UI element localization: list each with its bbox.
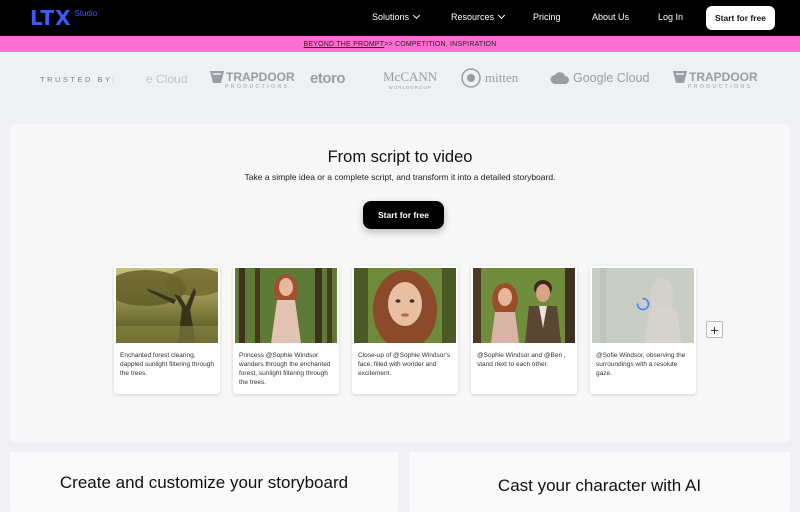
trapdoor-text: TRAPDOOR [226,70,295,84]
trapdoor-sub: PRODUCTIONS [688,84,753,90]
card-caption: @Sophie Windsor and @Ben , stand next to… [477,352,566,368]
nav-resources-label: Resources [451,12,495,22]
logo-ltx-text: LTX [30,6,72,30]
loading-image-placeholder [592,268,694,343]
princess-forest-image [235,268,337,343]
cast-character-title: Cast your character with AI [497,476,702,495]
trusted-by-label: TRUSTED BY: [40,75,117,84]
logo-mitten: mitten [461,68,518,88]
sophie-and-ben-image [473,268,575,343]
mccann-text: McCANN [383,69,438,84]
nav-resources[interactable]: Resources [451,11,506,22]
trusted-by-strip: TRUSTED BY: e Cloud TRAPDOOR PRODUCTIONS… [0,52,800,112]
storyboard-card[interactable]: Princess @Sophie Windsor wanders through… [233,266,339,394]
logo-mccann: McCANN WORLDGROUP [383,69,437,90]
etoro-text: etoro [310,70,346,87]
cloud-icon [550,71,569,84]
trapdoor-icon [673,71,687,83]
add-shot-button[interactable]: + [706,321,723,338]
ltx-studio-logo[interactable]: LTX Studio [30,8,97,28]
logo-studio-text: Studio [74,9,98,18]
announcement-banner: BEYOND THE PROMPT >> COMPETITION, INSPIR… [0,36,800,52]
hero-subtitle: Take a simple idea or a complete script,… [244,172,556,182]
logo-cloud-partial: e Cloud [146,72,187,86]
logo-trapdoor-2: TRAPDOOR PRODUCTIONS [672,70,758,90]
mccann-sub: WORLDGROUP [388,85,432,90]
chevron-down-icon [497,11,506,20]
storyboard-feature-panel: Create and customize your storyboard [10,452,398,512]
hero-section: From script to video Take a simple idea … [10,124,790,442]
hero-start-free-button[interactable]: Start for free [363,201,444,229]
google-cloud-text: Google Cloud [573,71,650,85]
closeup-face-image [354,268,456,343]
cast-character-panel: Cast your character with AI [409,452,790,512]
chevron-down-icon [412,11,421,20]
plus-icon: + [710,321,719,338]
hero-title: From script to video [327,148,473,166]
top-nav: LTX Studio Solutions Resources Pricing A… [0,0,800,36]
card-caption: Close-up of @Sophie Windsor's face, fill… [358,352,451,377]
forest-clearing-image [116,268,218,343]
storyboard-card[interactable]: Close-up of @Sophie Windsor's face, fill… [352,266,458,394]
nav-solutions[interactable]: Solutions [372,11,421,22]
nav-pricing[interactable]: Pricing [533,12,561,22]
nav-about-us[interactable]: About Us [592,12,629,22]
banner-text: >> COMPETITION, INSPIRATION [384,40,497,48]
logo-google-cloud: Google Cloud [550,71,649,85]
storyboard-card[interactable]: Enchanted forest clearing, dappled sunli… [114,266,220,394]
nav-login[interactable]: Log In [658,12,683,22]
card-caption: Enchanted forest clearing, dappled sunli… [120,352,214,377]
card-caption: Princess @Sophie Windsor wanders through… [239,352,331,386]
nav-solutions-label: Solutions [372,12,410,22]
storyboard-feature-title: Create and customize your storyboard [59,473,349,492]
storyboard-card[interactable]: @Sophie Windsor and @Ben , stand next to… [471,266,577,394]
banner-link[interactable]: BEYOND THE PROMPT [304,41,385,48]
trapdoor-icon [210,71,224,83]
trapdoor-text: TRAPDOOR [689,70,758,84]
nav-start-free-button[interactable]: Start for free [706,6,775,30]
card-caption: @Sofie Windsor, observing the surroundin… [596,352,686,377]
mitten-icon [461,68,481,88]
mitten-text: mitten [485,70,519,85]
trapdoor-sub: PRODUCTIONS [225,84,290,90]
logo-etoro: etoro [310,70,346,87]
loading-spinner-icon [636,297,650,311]
logo-cloud-partial-text: e Cloud [146,72,188,86]
logo-trapdoor-1: TRAPDOOR PRODUCTIONS [209,70,295,90]
storyboard-card[interactable]: @Sofie Windsor, observing the surroundin… [590,266,696,394]
